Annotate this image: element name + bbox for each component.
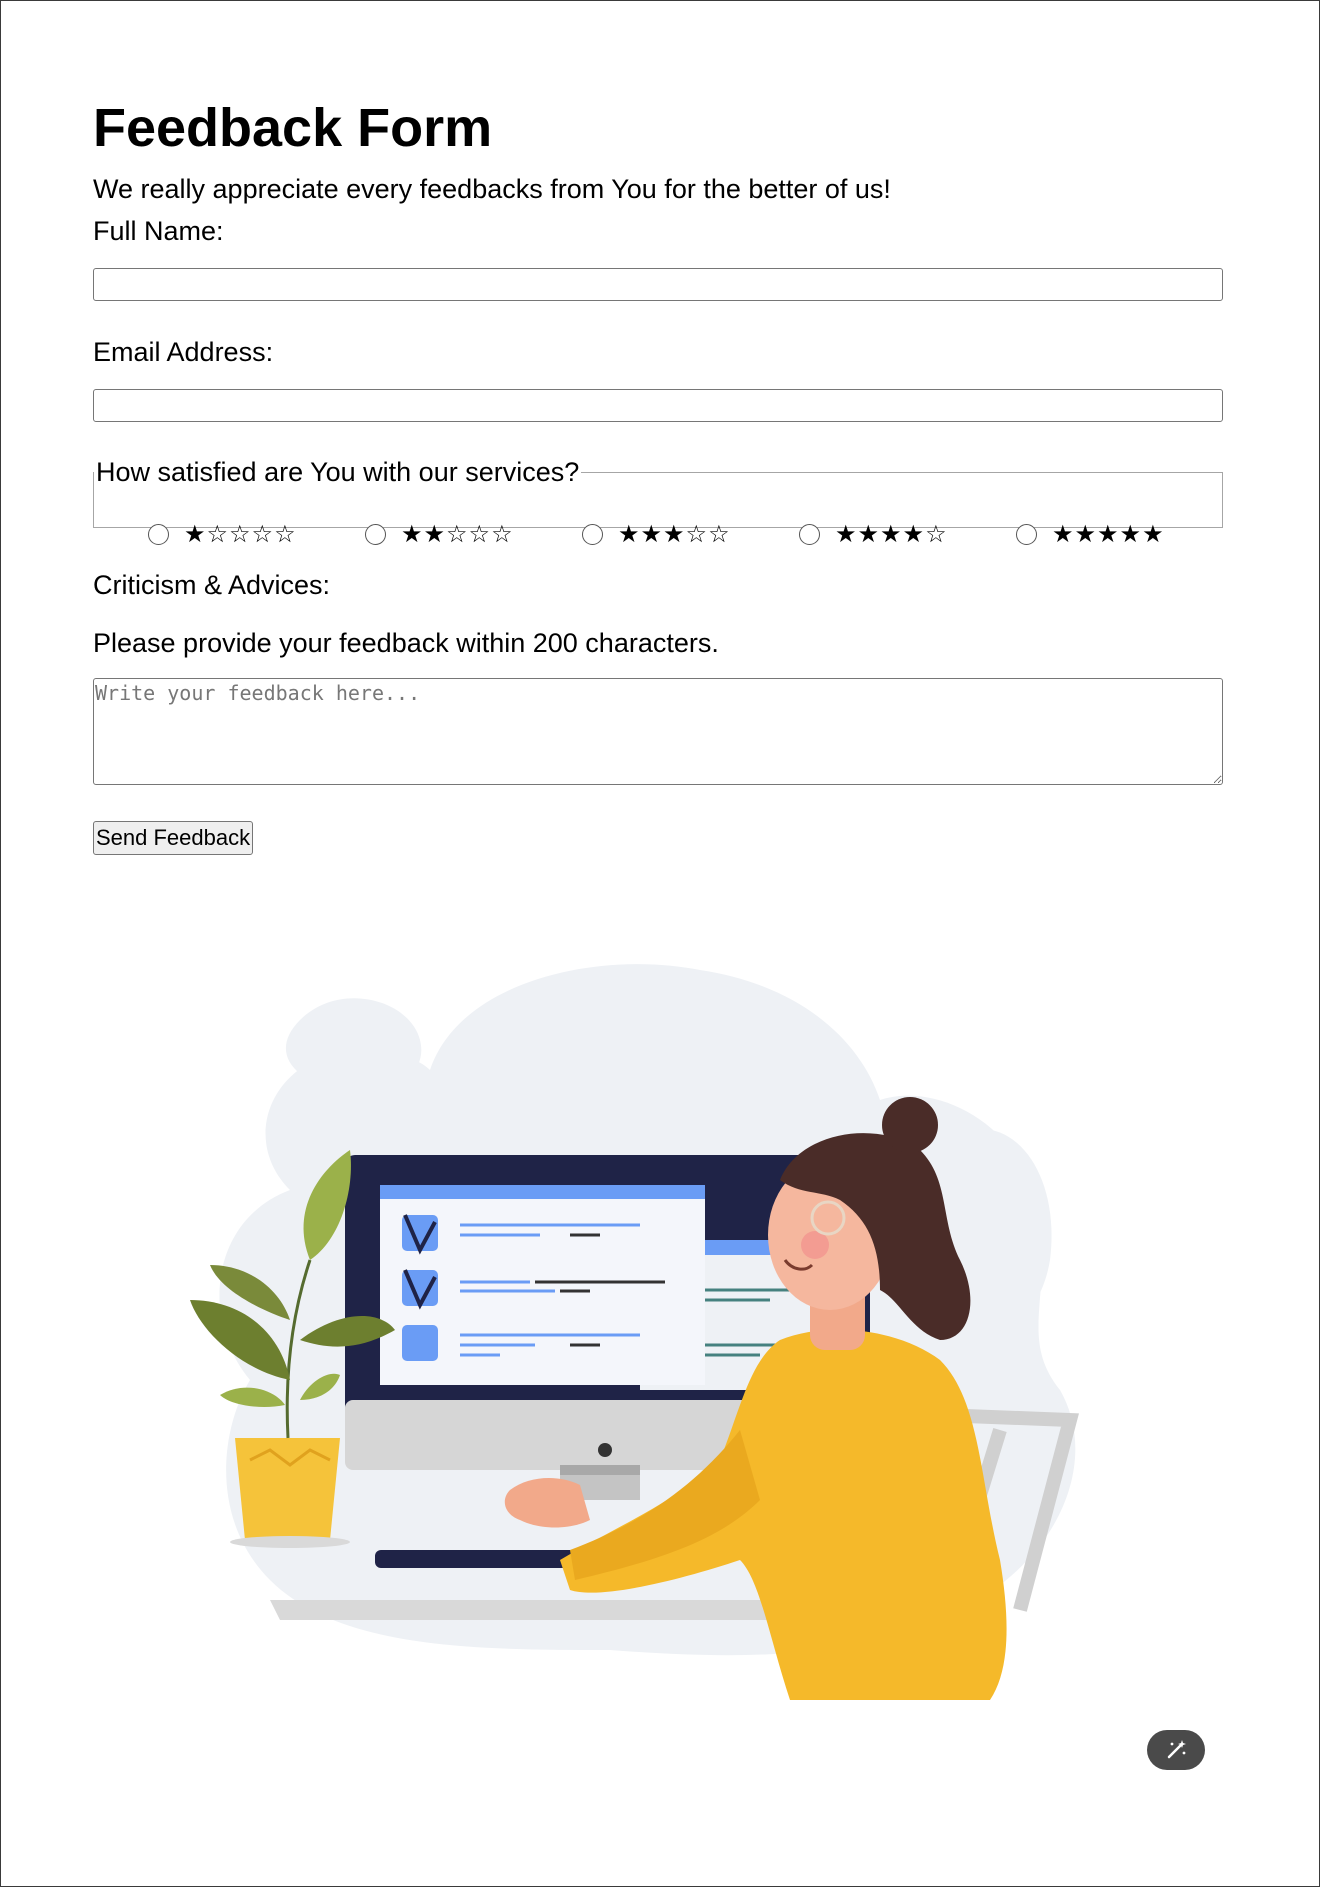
star-rating-icon: ★★★★★ — [1052, 520, 1165, 548]
email-input[interactable] — [93, 389, 1223, 422]
rating-radio[interactable] — [365, 523, 386, 545]
woman-hair-bun — [882, 1097, 938, 1153]
criticism-label: Criticism & Advices: — [93, 570, 331, 600]
satisfaction-legend: How satisfied are You with our services? — [96, 457, 580, 487]
feedback-textarea[interactable] — [93, 678, 1223, 785]
page-title: Feedback Form — [93, 98, 493, 158]
monitor-neck — [560, 1465, 640, 1475]
send-feedback-button[interactable]: Send Feedback — [93, 821, 254, 855]
star-rating-icon: ★★★☆☆ — [618, 520, 731, 548]
plant-pot — [235, 1438, 340, 1540]
checkbox-empty-icon — [402, 1325, 438, 1361]
full-name-input[interactable] — [93, 268, 1223, 301]
rating-radio[interactable] — [582, 523, 603, 545]
form-subtitle: We really appreciate every feedbacks fro… — [93, 174, 891, 204]
monitor-button — [598, 1443, 612, 1457]
magic-wand-icon — [1167, 1740, 1186, 1759]
satisfaction-fieldset: How satisfied are You with our services?… — [93, 457, 1223, 548]
rating-option-3[interactable]: ★★★☆☆ — [582, 516, 731, 552]
rating-radio[interactable] — [148, 523, 169, 545]
feedback-hint: Please provide your feedback within 200 … — [93, 628, 719, 658]
rating-option-5[interactable]: ★★★★★ — [1016, 516, 1165, 552]
star-rating-icon: ★☆☆☆☆ — [184, 520, 297, 548]
rating-option-1[interactable]: ★☆☆☆☆ — [148, 516, 297, 552]
star-rating-icon: ★★☆☆☆ — [401, 520, 514, 548]
magic-wand-button[interactable] — [1147, 1730, 1205, 1770]
full-name-label: Full Name: — [93, 216, 224, 246]
star-rating-icon: ★★★★☆ — [835, 520, 948, 548]
checklist-window-bar — [380, 1185, 705, 1199]
rating-options: ★☆☆☆☆ ★★☆☆☆ ★★★☆☆ ★★★★☆ ★★★★★ — [94, 516, 1222, 552]
email-label: Email Address: — [93, 337, 274, 367]
feedback-form: Feedback Form We really appreciate every… — [93, 96, 1223, 855]
pot-shadow — [230, 1536, 350, 1548]
feedback-illustration — [190, 964, 1079, 1700]
rating-option-2[interactable]: ★★☆☆☆ — [365, 516, 514, 552]
rating-radio[interactable] — [799, 523, 820, 545]
rating-radio[interactable] — [1016, 523, 1037, 545]
rating-option-4[interactable]: ★★★★☆ — [799, 516, 948, 552]
